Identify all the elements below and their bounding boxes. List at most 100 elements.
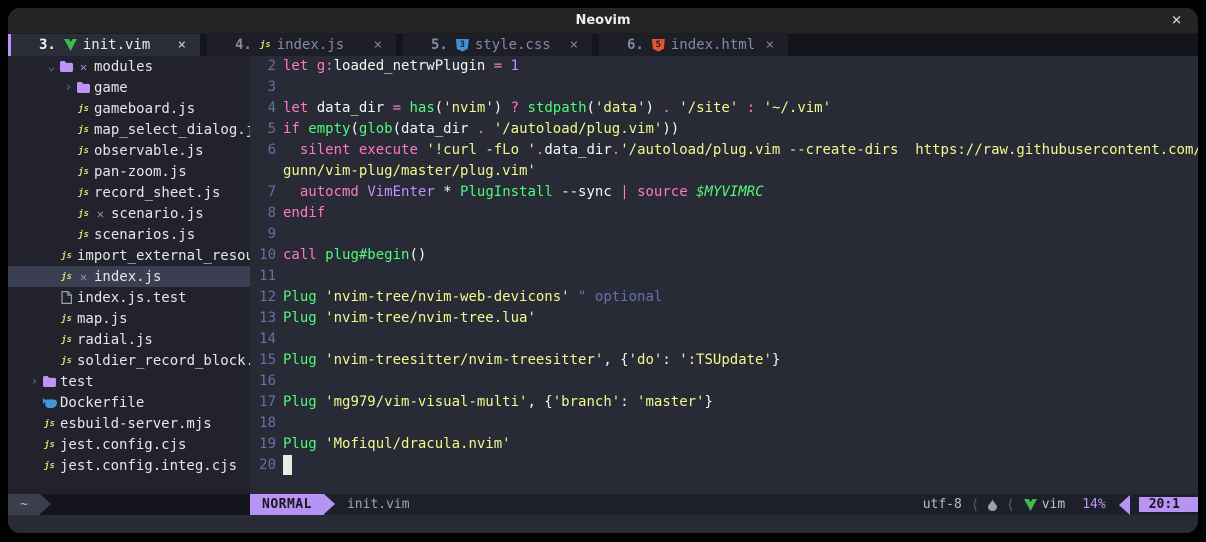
code-token: 'master'	[637, 394, 704, 410]
code-token: call	[283, 247, 317, 263]
tab-number: 4.	[235, 37, 252, 53]
code-line[interactable]: 6 silent execute '!curl -fLo '.data_dir.…	[250, 140, 1198, 161]
code-token: :	[747, 100, 755, 116]
tree-row[interactable]: js soldier_record_block.j	[8, 350, 250, 371]
line-text: Plug 'Mofiqul/dracula.nvim'	[283, 434, 511, 455]
tree-row[interactable]: js ✕ scenario.js	[8, 203, 250, 224]
code-line[interactable]: 2 let g:loaded_netrwPlugin = 1	[250, 56, 1198, 77]
code-line[interactable]: 10 call plug#begin()	[250, 245, 1198, 266]
tree-row[interactable]: Dockerfile	[8, 392, 250, 413]
code-line[interactable]: 16	[250, 371, 1198, 392]
command-line[interactable]	[8, 515, 1198, 533]
code-token: Plug	[283, 352, 317, 368]
tree-item-label: record_sheet.js	[94, 185, 220, 201]
filetype-group: vim	[1024, 497, 1065, 512]
tree-row[interactable]: js radial.js	[8, 329, 250, 350]
code-token	[629, 184, 637, 200]
code-line[interactable]: 13 Plug 'nvim-tree/nvim-tree.lua'	[250, 308, 1198, 329]
code-line[interactable]: 15 Plug 'nvim-treesitter/nvim-treesitter…	[250, 350, 1198, 371]
chevron-icon[interactable]: ›	[62, 77, 75, 98]
code-line[interactable]: 18	[250, 413, 1198, 434]
tab-close-icon[interactable]: ×	[762, 37, 778, 53]
code-line[interactable]: 20	[250, 455, 1198, 476]
tree-row[interactable]: index.js.test	[8, 287, 250, 308]
powerline-arrow-icon	[1119, 495, 1130, 515]
tab-close-icon[interactable]: ×	[370, 37, 386, 53]
editor-pane[interactable]: 2 let g:loaded_netrwPlugin = 1 3 4 let d…	[250, 56, 1198, 494]
code-line[interactable]: gunn/vim-plug/master/plug.vim'	[250, 161, 1198, 182]
code-token: empty	[308, 121, 350, 137]
tab[interactable]: 4. js index.js ×	[207, 34, 396, 56]
code-token: execute	[359, 142, 418, 158]
code-line[interactable]: 19 Plug 'Mofiqul/dracula.nvim'	[250, 434, 1198, 455]
code-token	[283, 184, 300, 200]
chevron-icon[interactable]: ⌄	[45, 56, 58, 77]
tree-row[interactable]: js observable.js	[8, 140, 250, 161]
whale-icon	[41, 398, 58, 408]
tab-close-icon[interactable]: ×	[566, 37, 582, 53]
tree-row[interactable]: ⌄ ✕ modules	[8, 56, 250, 77]
code-line[interactable]: 9	[250, 224, 1198, 245]
tree-statusline: ~	[8, 494, 250, 515]
code-line[interactable]: 11	[250, 266, 1198, 287]
line-text: Plug 'nvim-tree/nvim-web-devicons' " opt…	[283, 287, 662, 308]
code-line[interactable]: 5 if empty(glob(data_dir . '/autoload/pl…	[250, 119, 1198, 140]
js-icon: js	[75, 230, 92, 240]
line-number: 5	[250, 119, 276, 140]
code-token: Plug	[283, 289, 317, 305]
tab[interactable]: 5. 3 style.css ×	[403, 34, 592, 56]
code-line[interactable]: 3	[250, 77, 1198, 98]
tree-row[interactable]: › game	[8, 77, 250, 98]
tab-close-icon[interactable]: ×	[174, 37, 190, 53]
code-token: silent	[300, 142, 351, 158]
code-token: |	[620, 184, 628, 200]
js-icon: js	[58, 314, 75, 324]
window-close-icon[interactable]: ✕	[1171, 14, 1182, 27]
tree-row[interactable]: js map_select_dialog.js	[8, 119, 250, 140]
tree-row[interactable]: js map.js	[8, 308, 250, 329]
code-line[interactable]: 17 Plug 'mg979/vim-visual-multi', {'bran…	[250, 392, 1198, 413]
tree-row[interactable]: js pan-zoom.js	[8, 161, 250, 182]
code-token: Plug	[283, 394, 317, 410]
code-token: )	[646, 100, 663, 116]
code-line[interactable]: 8 endif	[250, 203, 1198, 224]
code-token: ()	[409, 247, 426, 263]
tree-row[interactable]: js esbuild-server.mjs	[8, 413, 250, 434]
code-token: (	[350, 121, 358, 137]
tree-row[interactable]: js jest.config.cjs	[8, 434, 250, 455]
tree-row[interactable]: js gameboard.js	[8, 98, 250, 119]
code-line[interactable]: 14	[250, 329, 1198, 350]
code-line[interactable]: 7 autocmd VimEnter * PlugInstall --sync …	[250, 182, 1198, 203]
code-token: $MYVIMRC	[696, 184, 763, 200]
tab[interactable]: 6. 5 index.html ×	[599, 34, 788, 56]
code-line[interactable]: 4 let data_dir = has('nvim') ? stdpath('…	[250, 98, 1198, 119]
tree-item-label: map.js	[77, 311, 128, 327]
chevron-icon[interactable]: ›	[28, 371, 41, 392]
tree-row[interactable]: › test	[8, 371, 250, 392]
tree-row[interactable]: js import_external_resour	[8, 245, 250, 266]
code-token: PlugInstall	[460, 184, 553, 200]
separator-icon: ⟨	[1006, 497, 1014, 513]
code-token: source	[637, 184, 688, 200]
titlebar[interactable]: Neovim ✕	[8, 8, 1198, 34]
folder-icon	[41, 376, 58, 387]
tab[interactable]: 3. init.vim ×	[11, 34, 200, 56]
tab-bar: 3. init.vim × 4. js index.js × 5. 3 styl…	[8, 34, 1198, 56]
tab-number: 5.	[431, 37, 448, 53]
js-icon: js	[75, 125, 92, 135]
code-token	[755, 100, 763, 116]
tree-row[interactable]: js scenarios.js	[8, 224, 250, 245]
x-mark-icon: ✕	[75, 270, 92, 284]
code-token: 'nvim-tree/nvim-tree.lua'	[325, 310, 536, 326]
tree-row[interactable]: js ✕ index.js	[8, 266, 250, 287]
x-mark-icon: ✕	[75, 60, 92, 74]
code-line[interactable]: 12 Plug 'nvim-tree/nvim-web-devicons' " …	[250, 287, 1198, 308]
tab-label: style.css	[475, 37, 551, 53]
line-text: gunn/vim-plug/master/plug.vim'	[283, 161, 536, 182]
tree-row[interactable]: js jest.config.integ.cjs	[8, 455, 250, 476]
code-token: (data_dir	[393, 121, 477, 137]
status-row: ~ NORMAL init.vim utf-8 ⟨ ⟨ vim 14%	[8, 494, 1198, 515]
code-token	[317, 352, 325, 368]
code-token: data_dir	[544, 142, 611, 158]
tree-row[interactable]: js record_sheet.js	[8, 182, 250, 203]
